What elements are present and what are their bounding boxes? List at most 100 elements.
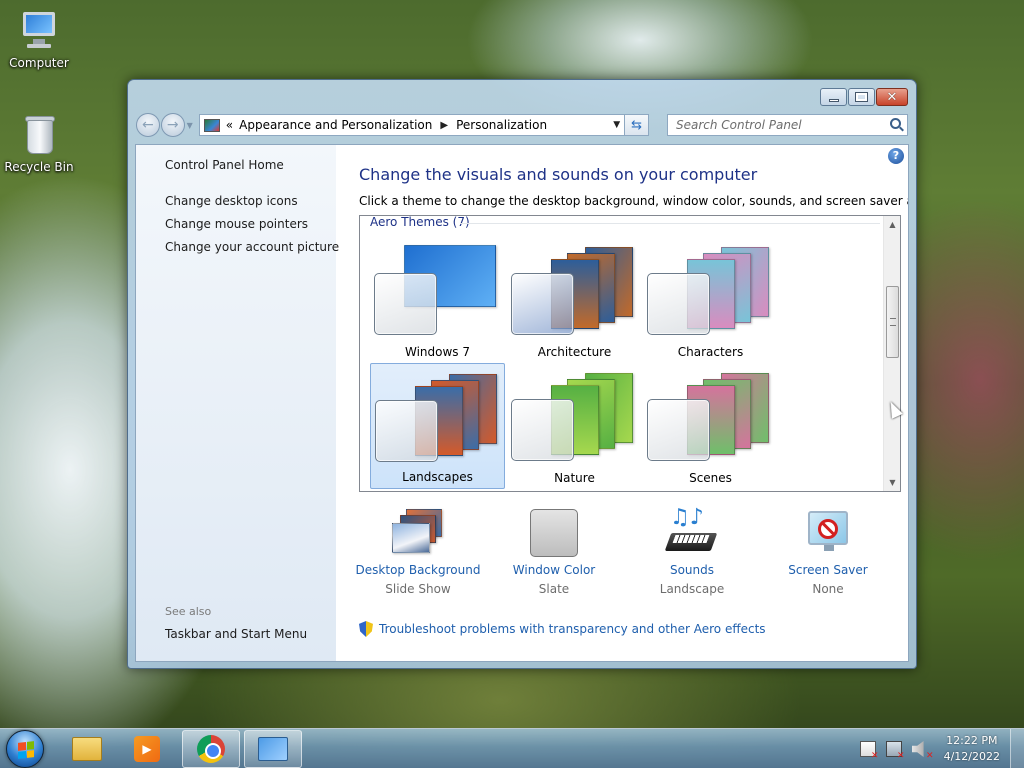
theme-preview-image bbox=[511, 245, 637, 337]
start-button[interactable] bbox=[6, 730, 44, 768]
minimize-button[interactable] bbox=[820, 88, 847, 106]
control-panel-icon bbox=[258, 737, 288, 761]
system-tray: ✕ 12:22 PM 4/12/2022 bbox=[859, 729, 1024, 768]
breadcrumb-overflow[interactable]: « bbox=[226, 118, 233, 132]
screen-saver-setting[interactable]: Screen Saver None bbox=[758, 507, 898, 596]
theme-label: Architecture bbox=[537, 345, 612, 359]
taskbar: ▶ ✕ 12:22 PM 4/12/2022 bbox=[0, 728, 1024, 768]
theme-list: Aero Themes (7) Windows 7 Architecture Cha… bbox=[359, 215, 901, 492]
desktop-background-value: Slide Show bbox=[385, 582, 451, 596]
breadcrumb-separator-icon[interactable]: ▶ bbox=[440, 120, 448, 131]
recycle-bin-icon bbox=[17, 112, 61, 156]
main-panel: ? Change the visuals and sounds on your … bbox=[336, 145, 908, 661]
window-color-link[interactable]: Window Color bbox=[484, 563, 624, 577]
theme-list-scrollbar[interactable]: ▲ ▼ bbox=[883, 216, 900, 491]
minimize-icon bbox=[828, 98, 839, 102]
control-panel-icon bbox=[203, 118, 220, 132]
theme-scenes[interactable]: Scenes bbox=[643, 363, 778, 489]
sidebar-link-taskbar[interactable]: Taskbar and Start Menu bbox=[165, 627, 307, 641]
desktop-icon-computer[interactable]: Computer bbox=[1, 8, 77, 70]
sounds-link[interactable]: Sounds bbox=[622, 563, 762, 577]
theme-windows-7[interactable]: Windows 7 bbox=[370, 237, 505, 363]
address-dropdown-icon[interactable]: ▼ bbox=[613, 120, 620, 130]
theme-nature[interactable]: Nature bbox=[507, 363, 642, 489]
content-area: Control Panel Home Change desktop icons … bbox=[135, 144, 909, 662]
theme-preview-image bbox=[647, 245, 773, 337]
desktop-background-link[interactable]: Desktop Background bbox=[348, 563, 488, 577]
theme-label: Windows 7 bbox=[404, 345, 470, 359]
address-bar[interactable]: « Appearance and Personalization ▶ Perso… bbox=[198, 114, 626, 136]
window-color-setting[interactable]: Window Color Slate bbox=[484, 507, 624, 596]
theme-preview-image bbox=[374, 245, 500, 337]
screen-saver-icon bbox=[798, 507, 858, 561]
sidebar-link-account-picture[interactable]: Change your account picture bbox=[165, 240, 339, 254]
sidebar-link-desktop-icons[interactable]: Change desktop icons bbox=[165, 194, 298, 208]
sidebar-link-control-panel-home[interactable]: Control Panel Home bbox=[165, 158, 284, 172]
show-desktop-button[interactable] bbox=[1010, 729, 1024, 768]
taskbar-media-player[interactable]: ▶ bbox=[118, 730, 176, 768]
see-also-label: See also bbox=[165, 605, 212, 618]
chrome-icon bbox=[197, 735, 225, 763]
recent-pages-dropdown-icon[interactable]: ▼ bbox=[187, 121, 193, 130]
clock[interactable]: 12:22 PM 4/12/2022 bbox=[944, 733, 1000, 765]
theme-characters[interactable]: Characters bbox=[643, 237, 778, 363]
group-divider bbox=[460, 223, 880, 224]
close-button[interactable]: ✕ bbox=[876, 88, 908, 106]
group-label-aero-themes[interactable]: Aero Themes (7) bbox=[370, 216, 474, 229]
refresh-icon: ⇆ bbox=[631, 117, 643, 133]
theme-architecture[interactable]: Architecture bbox=[507, 237, 642, 363]
screen-saver-value: None bbox=[812, 582, 844, 596]
shield-icon bbox=[359, 621, 373, 637]
scroll-up-icon[interactable]: ▲ bbox=[884, 216, 900, 233]
theme-label: Scenes bbox=[689, 471, 732, 485]
media-player-icon: ▶ bbox=[134, 736, 160, 762]
computer-icon bbox=[17, 8, 61, 52]
theme-label: Nature bbox=[554, 471, 595, 485]
taskbar-chrome[interactable] bbox=[182, 730, 240, 768]
search-placeholder: Search Control Panel bbox=[675, 118, 802, 132]
theme-label: Landscapes bbox=[402, 470, 473, 484]
close-icon: ✕ bbox=[886, 89, 898, 105]
maximize-button[interactable] bbox=[848, 88, 875, 106]
page-description: Click a theme to change the desktop back… bbox=[359, 194, 908, 208]
theme-preview-image bbox=[375, 372, 501, 464]
sounds-icon: ♫♪ bbox=[662, 507, 722, 561]
network-icon[interactable] bbox=[885, 741, 905, 761]
sidebar-link-mouse-pointers[interactable]: Change mouse pointers bbox=[165, 217, 308, 231]
breadcrumb-appearance[interactable]: Appearance and Personalization bbox=[239, 118, 432, 132]
scroll-thumb[interactable] bbox=[886, 286, 899, 358]
search-icon[interactable] bbox=[889, 118, 901, 129]
troubleshoot-label[interactable]: Troubleshoot problems with transparency … bbox=[379, 622, 766, 636]
breadcrumb-personalization[interactable]: Personalization bbox=[456, 118, 547, 132]
desktop-icon-recycle-bin[interactable]: Recycle Bin bbox=[1, 112, 77, 174]
volume-icon[interactable]: ✕ bbox=[911, 741, 934, 761]
forward-button[interactable]: → bbox=[160, 113, 185, 137]
sounds-setting[interactable]: ♫♪ Sounds Landscape bbox=[622, 507, 762, 597]
page-title: Change the visuals and sounds on your co… bbox=[359, 165, 758, 184]
clock-date: 4/12/2022 bbox=[943, 750, 1000, 763]
window-color-icon bbox=[524, 507, 584, 561]
desktop-background-setting[interactable]: Desktop Background Slide Show bbox=[348, 507, 488, 596]
back-arrow-icon: ← bbox=[142, 117, 154, 133]
theme-preview-image bbox=[647, 371, 773, 463]
forward-arrow-icon: → bbox=[166, 117, 179, 133]
search-input[interactable]: Search Control Panel bbox=[666, 114, 908, 136]
clock-time: 12:22 PM bbox=[946, 734, 998, 747]
sidebar: Control Panel Home Change desktop icons … bbox=[136, 145, 339, 661]
screen-saver-link[interactable]: Screen Saver bbox=[758, 563, 898, 577]
window-controls: ✕ bbox=[820, 88, 908, 106]
sounds-value: Landscape bbox=[659, 582, 725, 596]
help-icon[interactable]: ? bbox=[888, 148, 904, 164]
desktop-icon-label: Computer bbox=[9, 56, 69, 70]
troubleshoot-link[interactable]: Troubleshoot problems with transparency … bbox=[359, 621, 766, 637]
refresh-button[interactable]: ⇆ bbox=[625, 114, 649, 136]
windows-explorer-icon bbox=[72, 737, 102, 761]
taskbar-control-panel[interactable] bbox=[244, 730, 302, 768]
action-center-icon[interactable] bbox=[859, 741, 879, 761]
back-button[interactable]: ← bbox=[136, 113, 160, 137]
theme-preview-image bbox=[511, 371, 637, 463]
scroll-down-icon[interactable]: ▼ bbox=[884, 474, 900, 491]
taskbar-windows-explorer[interactable] bbox=[58, 730, 116, 768]
theme-label: Characters bbox=[677, 345, 744, 359]
theme-landscapes[interactable]: Landscapes bbox=[370, 363, 505, 489]
